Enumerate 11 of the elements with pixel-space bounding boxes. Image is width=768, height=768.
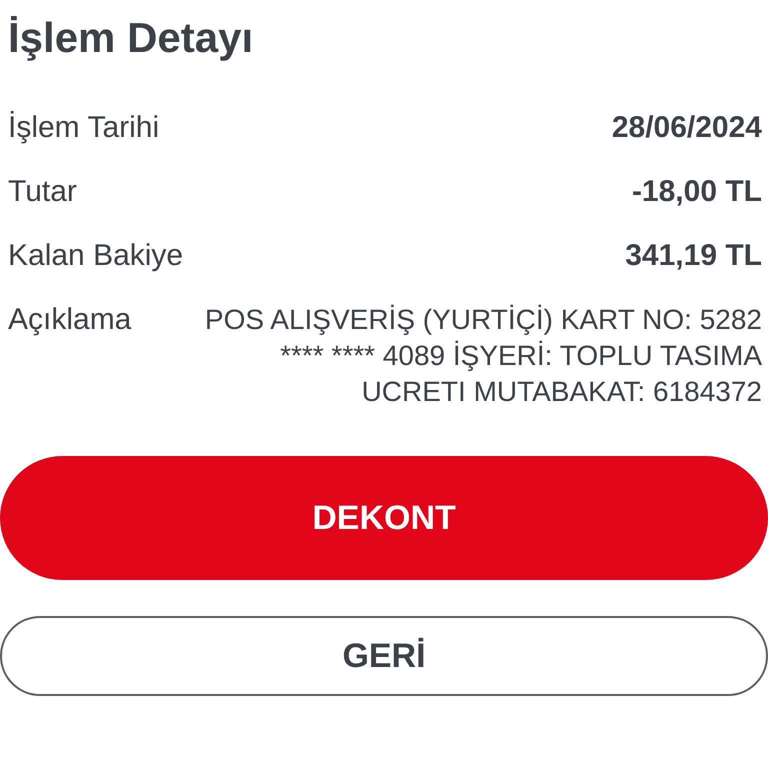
detail-value: -18,00 TL xyxy=(632,174,762,210)
receipt-button[interactable]: DEKONT xyxy=(0,456,768,580)
back-button[interactable]: GERİ xyxy=(0,616,768,696)
detail-label: Kalan Bakiye xyxy=(8,238,184,274)
detail-value: 28/06/2024 xyxy=(612,110,762,146)
detail-label: Açıklama xyxy=(8,302,132,338)
description-text: POS ALIŞVERİŞ (YURTİÇİ) KART NO: 5282 **** **** 4089 İŞYERİ: TOPLU TASIMA UCRETI MUTABAKAT: 6184372 xyxy=(204,303,762,409)
detail-label: İşlem Tarihi xyxy=(8,110,160,146)
page-title: İşlem Detayı xyxy=(8,13,254,63)
detail-value: 341,19 TL xyxy=(625,238,762,274)
detail-label: Tutar xyxy=(8,174,77,210)
